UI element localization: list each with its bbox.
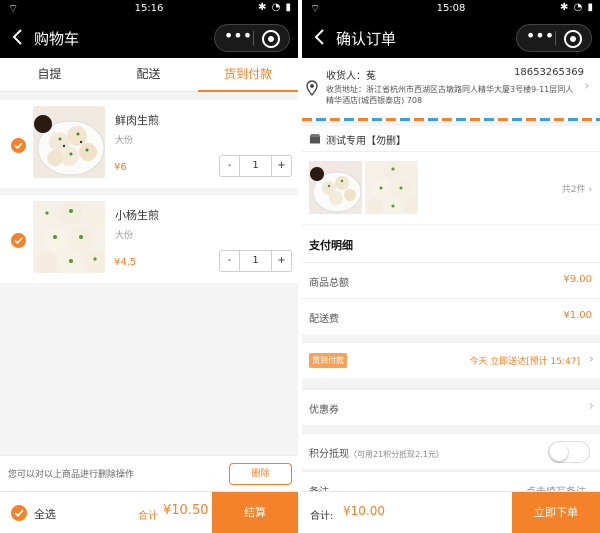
increase-button[interactable]: + [271,156,291,176]
store-name: 测试专用【勿删】 [326,136,406,147]
product-price: ¥4.5 [114,257,137,268]
chevron-right-icon: › [588,399,594,414]
cart-item: 鲜肉生煎 大份 ¥6 - 1 + [0,100,298,188]
decrease-button[interactable]: - [220,251,240,271]
tab-delivery[interactable]: 配送 [99,58,198,92]
confirm-order-screen: ⌔ 15:08 ✱ ◔ ▮ 确认订单 ••• 收货人：菟 18653265369… [302,0,600,533]
section-heading: 支付明细 [309,239,353,252]
item-checkbox[interactable] [11,138,26,153]
nav-bar: 确认订单 ••• [302,18,600,58]
status-time: 15:16 [134,3,164,14]
select-all-label[interactable]: 全选 [34,506,56,522]
place-order-button[interactable]: 立即下单 [512,492,600,533]
payment-detail-title: 支付明细 [302,226,600,262]
mini-program-capsule: ••• [214,24,290,52]
order-goods[interactable]: 共2件 › [302,152,600,224]
check-icon [14,509,24,517]
product-image [33,201,105,273]
status-icons: ✱ ◔ ▮ [258,2,292,13]
select-all-checkbox[interactable] [11,505,27,521]
status-bar: ⌔ 15:16 ✱ ◔ ▮ [0,0,298,18]
toggle-knob [550,443,568,461]
check-icon [14,142,23,149]
payment-method-badge: 货到付款 [309,353,347,368]
close-circle-icon[interactable] [564,30,582,48]
total-label: 合计: [310,511,334,522]
nav-bar: 购物车 ••• [0,18,298,58]
cart-screen: ⌔ 15:16 ✱ ◔ ▮ 购物车 ••• 自提 配送 货到付款 鲜肉生煎 大份… [0,0,298,533]
product-name: 小杨生煎 [115,209,159,222]
delete-hint-bar: 您可以对以上商品进行删除操作 删除 [0,455,298,491]
address-stripe [302,118,600,121]
total-amount: ¥10.50 [163,503,209,518]
points-label: 积分抵现（可用21积分抵现2.1元） [309,449,444,460]
delete-hint: 您可以对以上商品进行删除操作 [8,470,135,480]
item-checkbox[interactable] [11,233,26,248]
total-label: 合计 [138,511,158,522]
status-bar: ⌔ 15:08 ✱ ◔ ▮ [302,0,600,18]
receiver-phone: 18653265369 [514,67,584,78]
increase-button[interactable]: + [271,251,291,271]
quantity-stepper: - 1 + [219,250,292,272]
cart-footer: 全选 合计 ¥10.50 结算 [0,491,298,533]
quantity-value[interactable]: 1 [240,251,271,271]
order-footer: 合计: ¥10.00 立即下单 [302,491,600,533]
product-name: 鲜肉生煎 [115,114,159,127]
tab-pickup[interactable]: 自提 [0,58,99,92]
chevron-right-icon: › [584,78,590,94]
goods-total-label: 商品总额 [309,278,349,289]
coupon-label: 优惠券 [309,405,339,416]
delivery-tabs: 自提 配送 货到付款 [0,58,298,92]
close-circle-icon[interactable] [262,30,280,48]
points-row: 积分抵现（可用21积分抵现2.1元） [302,433,600,469]
status-time: 15:08 [436,3,466,14]
total-amount: ¥10.00 [343,504,385,518]
product-spec: 大份 [115,231,134,241]
page-title: 购物车 [34,30,80,48]
decrease-button[interactable]: - [220,156,240,176]
checkout-button[interactable]: 结算 [212,492,298,533]
coupon-row[interactable]: 优惠券 › [302,389,600,425]
tab-cash-on-delivery[interactable]: 货到付款 [198,58,298,92]
delivery-fee-label: 配送费 [309,314,339,325]
delivery-fee-value: ¥1.00 [563,310,592,321]
store-icon [309,134,321,144]
capsule-divider [555,31,556,46]
goods-total-row: 商品总额 ¥9.00 [302,262,600,298]
more-icon[interactable]: ••• [223,28,253,47]
address-card[interactable]: 收货人：菟 18653265369 收货地址：浙江省杭州市西湖区古墩路同人精华大… [302,58,600,118]
delete-button[interactable]: 删除 [229,463,292,485]
points-note: （可用21积分抵现2.1元） [349,450,444,459]
more-icon[interactable]: ••• [525,28,555,47]
quantity-stepper: - 1 + [219,155,292,177]
goods-thumbnail [309,161,362,214]
delivery-time-row[interactable]: 货到付款 今天 立即送达[预计 15:47] › [302,342,600,378]
location-pin-icon [306,80,318,96]
goods-thumbnail [365,161,418,214]
status-icons: ✱ ◔ ▮ [560,2,594,13]
delivery-time: 今天 立即送达[预计 15:47] [469,357,580,367]
store-header: 测试专用【勿删】 [302,126,600,152]
check-icon [14,237,23,244]
product-spec: 大份 [115,136,134,146]
page-title: 确认订单 [336,30,397,48]
goods-total-value: ¥9.00 [563,274,592,285]
back-icon[interactable] [10,27,26,47]
receiver-name: 收货人：菟 [326,71,376,82]
points-toggle[interactable] [548,441,590,463]
capsule-divider [253,31,254,46]
back-icon[interactable] [312,27,328,47]
mini-program-capsule: ••• [516,24,592,52]
delivery-address: 收货地址：浙江省杭州市西湖区古墩路同人精华大厦3号楼9-11层同人精华酒店(城西… [326,85,574,105]
cart-item: 小杨生煎 大份 ¥4.5 - 1 + [0,195,298,283]
product-price: ¥6 [114,162,127,173]
product-image [33,106,105,178]
chevron-right-icon: › [588,352,594,367]
quantity-value[interactable]: 1 [240,156,271,176]
goods-count: 共2件 › [561,185,592,195]
delivery-fee-row: 配送费 ¥1.00 [302,298,600,334]
